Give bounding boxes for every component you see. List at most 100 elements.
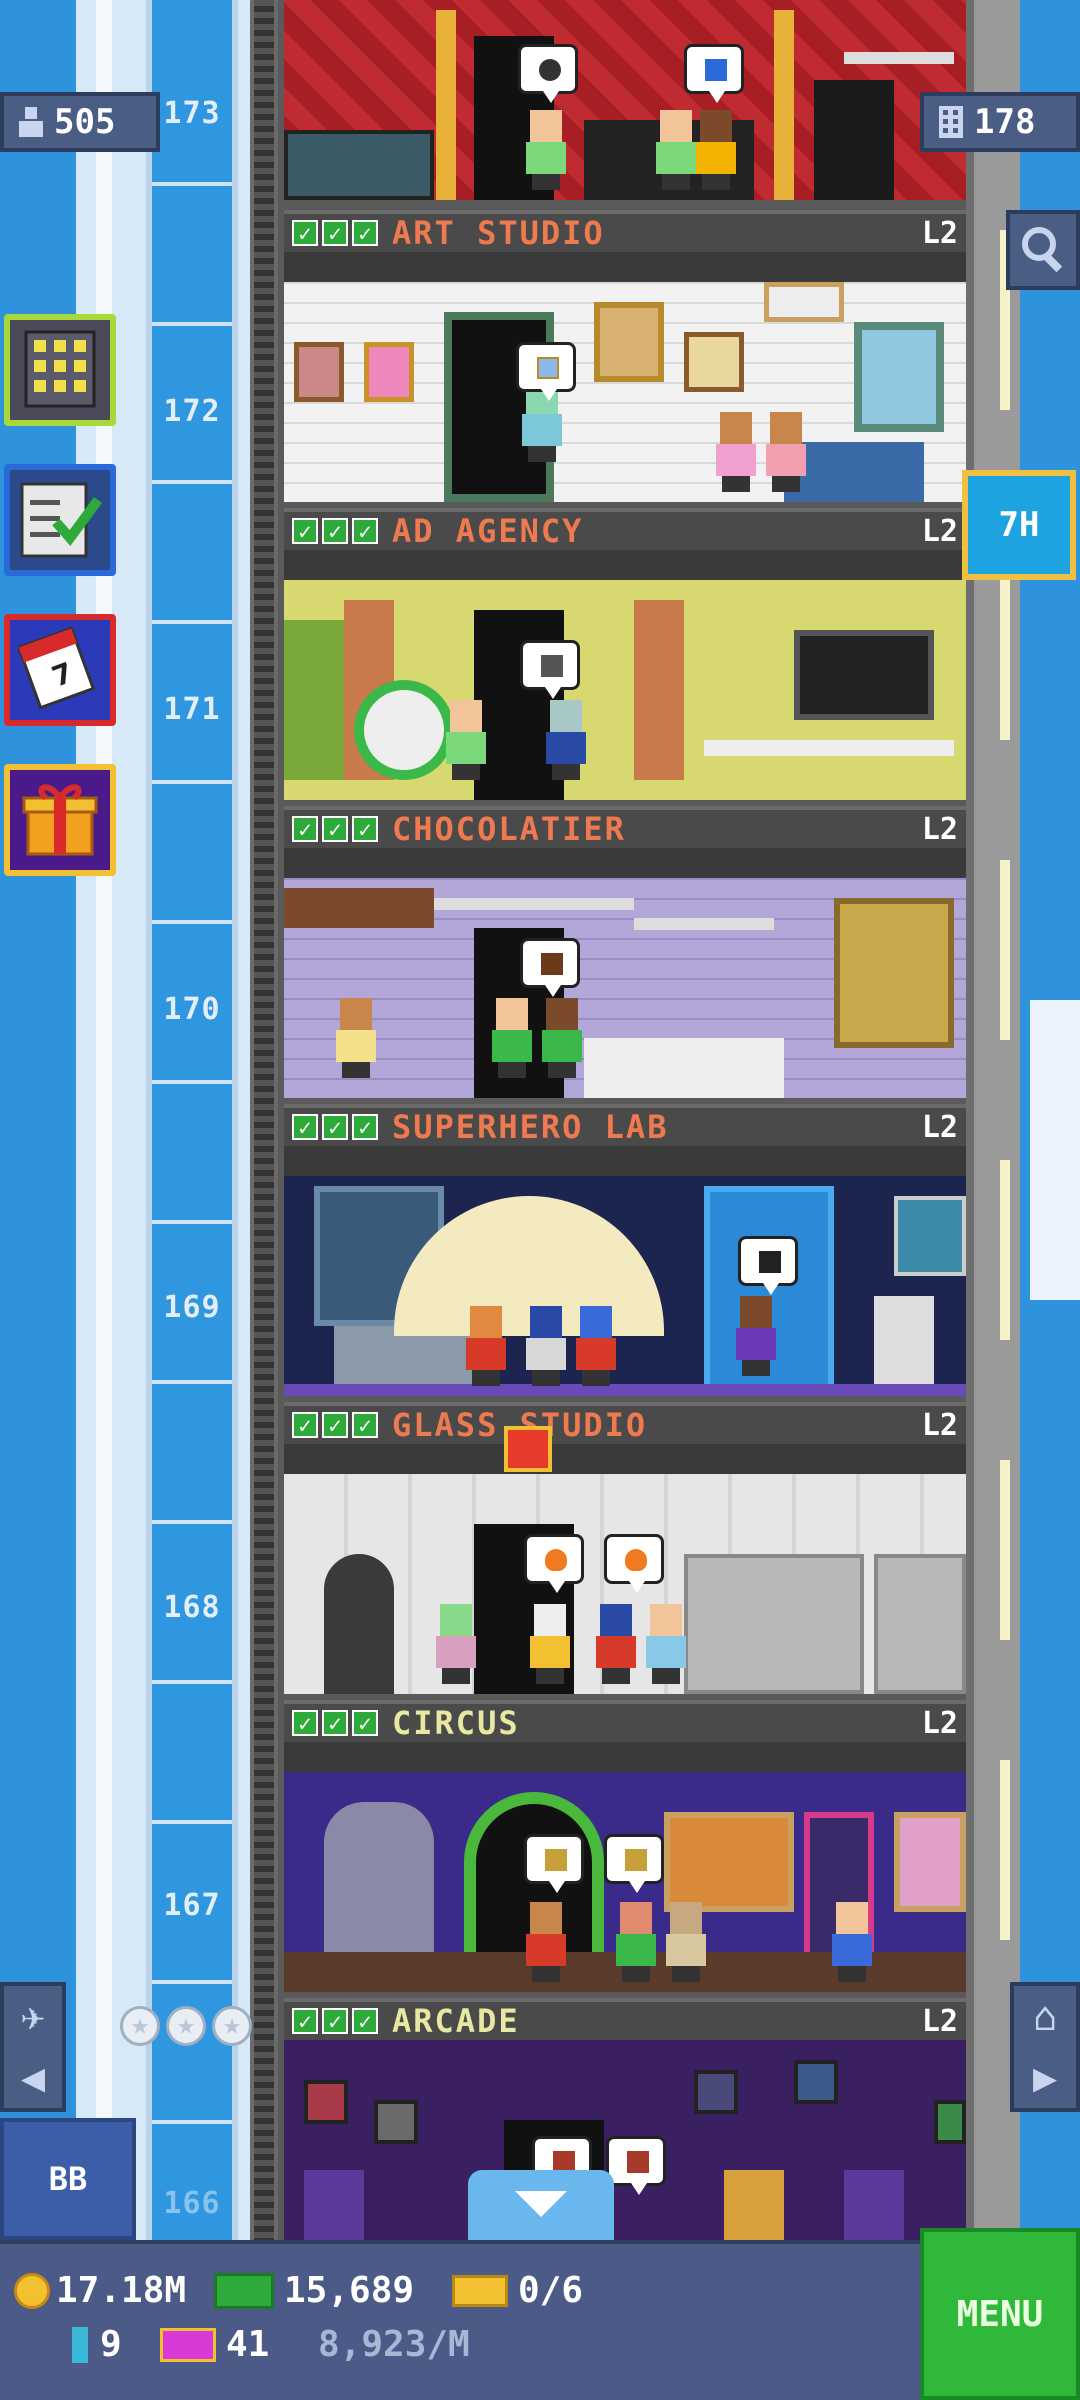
resident[interactable] (464, 1306, 508, 1386)
check-icon: ✓ (322, 220, 348, 247)
request-bubble[interactable] (524, 1534, 584, 1593)
resident[interactable] (434, 1604, 478, 1684)
floor-label-superhero-lab[interactable]: ✓ ✓ ✓ SUPERHERO LAB L2 (284, 1104, 966, 1146)
timer-tab[interactable]: 7H (962, 470, 1076, 580)
floor-level: L2 (921, 2003, 958, 2039)
scroll-down-button[interactable] (468, 2170, 614, 2242)
floor-label-ad-agency[interactable]: ✓ ✓ ✓ AD AGENCY L2 (284, 508, 966, 550)
request-bubble[interactable] (516, 342, 576, 401)
calendar-button[interactable]: 7 (4, 614, 116, 726)
painting-icon (537, 357, 559, 379)
resident[interactable] (528, 1604, 572, 1684)
elevator-shaft[interactable]: 173 172 171 170 169 168 167 166 (146, 0, 238, 2240)
resident-legs (528, 446, 556, 462)
request-bubble[interactable] (524, 1834, 584, 1893)
resident[interactable] (644, 1604, 688, 1684)
floors-badge[interactable]: 178 (920, 92, 1080, 152)
floor-name: CHOCOLATIER (392, 810, 626, 848)
floor-room-glass-studio[interactable] (284, 1474, 966, 1694)
resident[interactable] (714, 412, 758, 492)
floor-room-art-studio[interactable] (284, 282, 966, 502)
resident-body (766, 444, 806, 476)
tower-right-wall (966, 0, 1020, 2240)
bux-counter[interactable]: 15,689 (214, 2270, 414, 2311)
display-case (284, 130, 434, 200)
gift-drop[interactable] (504, 1426, 552, 1472)
menu-button[interactable]: MENU (920, 2228, 1080, 2400)
tickets-counter[interactable]: 0/6 (452, 2270, 583, 2311)
resident[interactable] (544, 700, 588, 780)
resident[interactable] (334, 998, 378, 1078)
resident[interactable] (594, 1604, 638, 1684)
resident-legs (532, 1370, 560, 1386)
keys-counter[interactable]: 9 (72, 2324, 122, 2365)
resident-body (696, 142, 736, 174)
floor-label-arcade[interactable]: ✓ ✓ ✓ ARCADE L2 (284, 1998, 966, 2040)
floor-number-169: 169 (163, 1290, 221, 1325)
check-icon: ✓ (292, 1412, 318, 1439)
resident[interactable] (614, 1902, 658, 1982)
request-bubble[interactable] (518, 44, 578, 103)
elephant-statue (324, 1802, 434, 1972)
gift-button[interactable] (4, 764, 116, 876)
vip-counter[interactable]: 41 (160, 2324, 269, 2365)
resident-body (656, 142, 696, 174)
floor-room-superhero-lab[interactable] (284, 1176, 966, 1396)
floor-level: L2 (921, 1109, 958, 1145)
floor-name: ART STUDIO (392, 214, 605, 252)
floor-room-chocolatier[interactable] (284, 878, 966, 1098)
terminal (874, 1296, 934, 1396)
map-screen (894, 1196, 966, 1276)
floor-label-glass-studio[interactable]: ✓ ✓ ✓ GLASS STUDIO L2 (284, 1402, 966, 1444)
missions-button[interactable] (4, 464, 116, 576)
resident[interactable] (524, 1306, 568, 1386)
resident[interactable] (764, 412, 808, 492)
building-grid-icon (20, 328, 100, 412)
resident-body (736, 1328, 776, 1360)
check-icon: ✓ (292, 816, 318, 843)
resident[interactable] (524, 1902, 568, 1982)
coins-counter[interactable]: 17.18M (14, 2270, 186, 2311)
request-bubble[interactable] (684, 44, 744, 103)
resident[interactable] (734, 1296, 778, 1376)
resident[interactable] (574, 1306, 618, 1386)
check-icon: ✓ (352, 1412, 378, 1439)
bitbook-button[interactable]: BB (0, 2118, 136, 2240)
glass-shelf (874, 1554, 966, 1694)
floor-room-ad-agency[interactable] (284, 580, 966, 800)
floor-room-arcade[interactable] (284, 2040, 966, 2240)
build-floor-button[interactable] (4, 314, 116, 426)
resident[interactable] (490, 998, 534, 1078)
floor-label-chocolatier[interactable]: ✓ ✓ ✓ CHOCOLATIER L2 (284, 806, 966, 848)
floor-label-art-studio[interactable]: ✓ ✓ ✓ ART STUDIO L2 (284, 210, 966, 252)
resident-head (530, 1902, 562, 1934)
request-bubble[interactable] (604, 1534, 664, 1593)
request-bubble[interactable] (520, 640, 580, 699)
vip-value: 41 (226, 2324, 270, 2365)
request-bubble[interactable] (606, 2136, 666, 2195)
floor-room-top[interactable] (284, 0, 966, 200)
floor-label-circus[interactable]: ✓ ✓ ✓ CIRCUS L2 (284, 1700, 966, 1742)
home-nav-right[interactable]: ⌂ ▶ (1010, 1982, 1080, 2112)
wall-frame (304, 2080, 348, 2124)
resident-legs (622, 1966, 650, 1982)
request-bubble[interactable] (738, 1236, 798, 1295)
resident[interactable] (664, 1902, 708, 1982)
resident[interactable] (694, 110, 738, 190)
resident-legs (662, 174, 690, 190)
request-bubble[interactable] (520, 938, 580, 997)
resident[interactable] (540, 998, 584, 1078)
resident[interactable] (524, 110, 568, 190)
floor-room-circus[interactable] (284, 1772, 966, 1992)
population-badge[interactable]: 505 (0, 92, 160, 152)
resident[interactable] (444, 700, 488, 780)
resident[interactable] (654, 110, 698, 190)
resident[interactable] (830, 1902, 874, 1982)
chocolate-vat (834, 898, 954, 1048)
visit-nav-left[interactable]: ✈ ◀ (0, 1982, 66, 2112)
search-button[interactable] (1006, 210, 1080, 290)
request-bubble[interactable] (604, 1834, 664, 1893)
floor-level: L2 (921, 1407, 958, 1443)
pillar (634, 600, 684, 780)
resident-legs (472, 1370, 500, 1386)
